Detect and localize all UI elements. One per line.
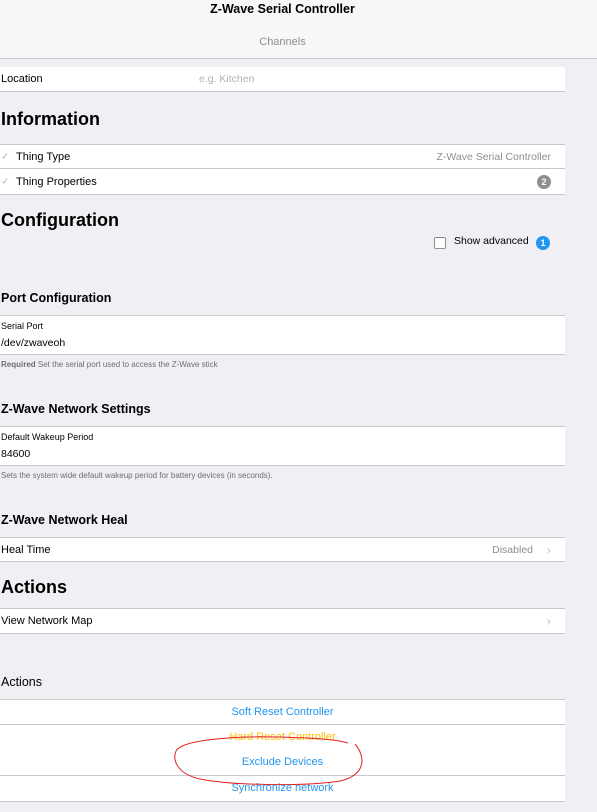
thing-type-row: ✓ Thing Type Z-Wave Serial Controller <box>0 144 565 169</box>
location-label: Location <box>1 73 43 85</box>
navbar: Z-Wave Serial Controller Channels <box>0 0 597 59</box>
check-icon: ✓ <box>1 151 10 162</box>
page-content: Location e.g. Kitchen Information ✓ Thin… <box>0 60 565 812</box>
thing-type-label: Thing Type <box>16 150 71 163</box>
information-heading: Information <box>1 109 100 129</box>
tab-channels[interactable]: Channels <box>0 36 565 48</box>
serial-port-input[interactable]: /dev/zwaveoh <box>1 337 65 349</box>
serial-port-field[interactable]: Serial Port /dev/zwaveoh <box>0 315 565 355</box>
location-row[interactable]: Location e.g. Kitchen <box>0 67 565 92</box>
required-label: Required <box>1 360 36 369</box>
view-network-map-row[interactable]: View Network Map › <box>0 608 565 634</box>
wakeup-period-field[interactable]: Default Wakeup Period 84600 <box>0 426 565 466</box>
thing-properties-row[interactable]: ✓ Thing Properties 2 <box>0 169 565 195</box>
thing-properties-badge: 2 <box>537 174 551 189</box>
actions-heading: Actions <box>1 577 68 597</box>
serial-port-label: Serial Port <box>1 321 44 331</box>
actions-subheading: Actions <box>1 675 42 689</box>
location-input[interactable]: e.g. Kitchen <box>199 73 254 85</box>
synchronize-network-button[interactable]: Synchronize network <box>0 776 565 802</box>
thing-properties-label: Thing Properties <box>16 175 97 188</box>
soft-reset-controller-button[interactable]: Soft Reset Controller <box>0 699 565 725</box>
hard-reset-controller-button[interactable]: Hard Reset Controller <box>0 725 565 751</box>
page-title: Z-Wave Serial Controller <box>210 2 355 16</box>
check-icon: ✓ <box>1 176 10 187</box>
chevron-right-icon: › <box>546 613 551 629</box>
exclude-devices-button[interactable]: Exclude Devices <box>0 750 565 776</box>
port-configuration-heading: Port Configuration <box>1 291 112 305</box>
view-network-map-label: View Network Map <box>1 615 93 627</box>
wakeup-period-input[interactable]: 84600 <box>1 448 30 460</box>
show-advanced-checkbox[interactable] <box>434 237 446 249</box>
network-heal-heading: Z-Wave Network Heal <box>1 513 128 527</box>
wakeup-period-hint: Sets the system wide default wakeup peri… <box>1 471 273 480</box>
heal-time-label: Heal Time <box>1 543 51 556</box>
serial-port-hint-text: Set the serial port used to access the Z… <box>35 360 218 369</box>
configuration-heading: Configuration <box>1 210 119 230</box>
network-settings-heading: Z-Wave Network Settings <box>1 402 151 416</box>
show-advanced-label: Show advanced <box>454 235 529 247</box>
serial-port-hint: Required Set the serial port used to acc… <box>1 360 218 369</box>
heal-time-value: Disabled <box>492 543 533 556</box>
chevron-right-icon: › <box>546 542 551 557</box>
wakeup-period-label: Default Wakeup Period <box>1 432 94 442</box>
heal-time-row[interactable]: Heal Time Disabled › <box>0 537 565 562</box>
thing-type-value: Z-Wave Serial Controller <box>436 150 551 163</box>
show-advanced-badge: 1 <box>536 236 550 250</box>
